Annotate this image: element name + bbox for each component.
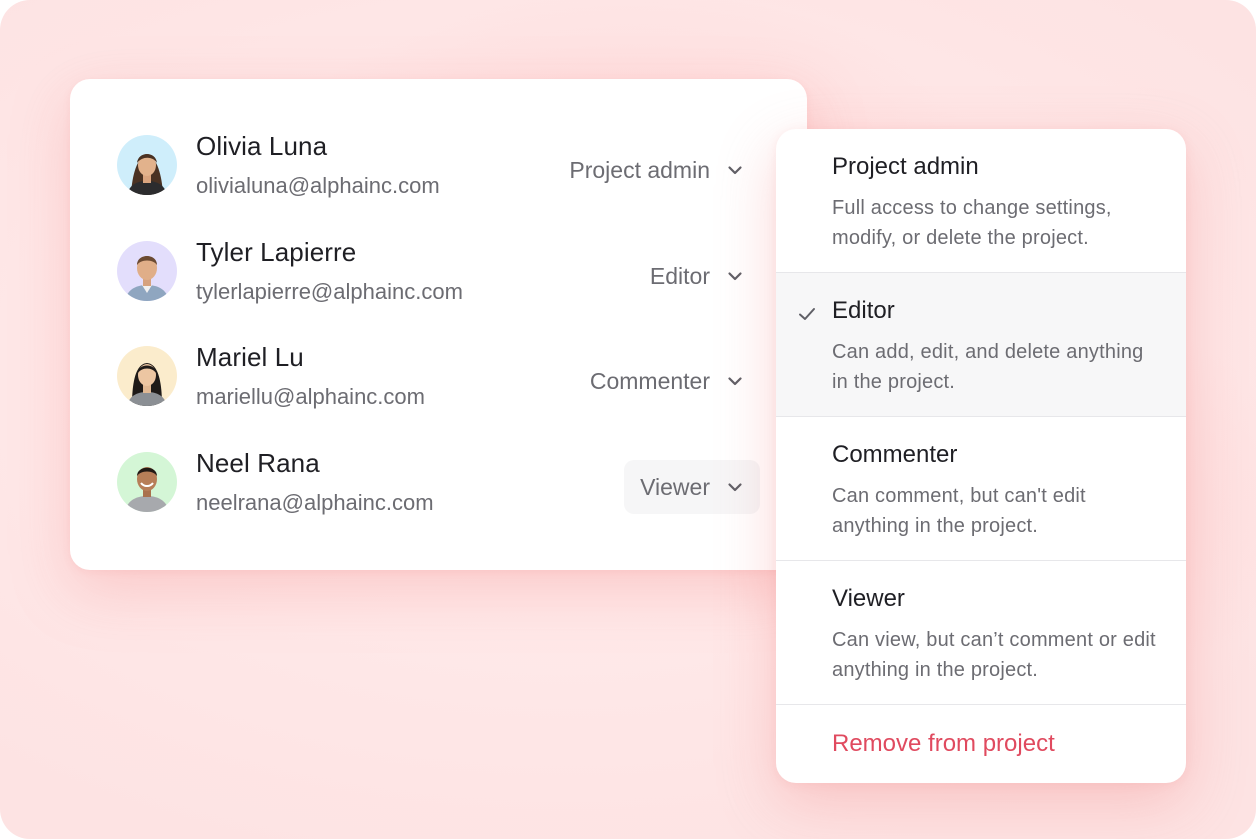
option-title: Commenter bbox=[832, 441, 958, 468]
members-card: Olivia Luna olivialuna@alphainc.com Proj… bbox=[70, 79, 807, 570]
member-email: mariellu@alphainc.com bbox=[196, 384, 425, 409]
background-stage: Olivia Luna olivialuna@alphainc.com Proj… bbox=[0, 0, 1256, 839]
option-title: Viewer bbox=[832, 585, 905, 612]
chevron-down-icon bbox=[728, 377, 742, 386]
role-label: Viewer bbox=[640, 473, 710, 500]
menu-divider bbox=[776, 704, 1186, 705]
remove-from-project-button[interactable]: Remove from project bbox=[776, 706, 1186, 783]
member-row: Tyler Lapierre tylerlapierre@alphainc.co… bbox=[70, 231, 807, 311]
role-label: Project admin bbox=[569, 156, 710, 183]
member-email: olivialuna@alphainc.com bbox=[196, 173, 440, 198]
member-name: Neel Rana bbox=[196, 448, 320, 478]
avatar bbox=[117, 346, 177, 406]
member-email: tylerlapierre@alphainc.com bbox=[196, 279, 463, 304]
menu-divider bbox=[776, 416, 1186, 417]
role-select-active[interactable]: Viewer bbox=[624, 460, 760, 514]
option-description: Can add, edit, and delete anything in th… bbox=[832, 341, 1144, 393]
member-name: Mariel Lu bbox=[196, 342, 304, 372]
option-description: Can comment, but can't edit anything in … bbox=[832, 485, 1086, 537]
role-select[interactable]: Commenter bbox=[574, 354, 760, 408]
avatar bbox=[117, 452, 177, 512]
option-description: Can view, but can’t comment or edit anyt… bbox=[832, 629, 1156, 681]
chevron-down-icon bbox=[728, 272, 742, 281]
member-row: Olivia Luna olivialuna@alphainc.com Proj… bbox=[70, 125, 807, 205]
member-name: Olivia Luna bbox=[196, 131, 328, 161]
menu-option-editor[interactable]: Editor Can add, edit, and delete anythin… bbox=[776, 273, 1186, 417]
remove-label: Remove from project bbox=[832, 730, 1055, 757]
menu-option-project-admin[interactable]: Project admin Full access to change sett… bbox=[776, 129, 1186, 273]
role-label: Commenter bbox=[589, 367, 710, 394]
menu-option-viewer[interactable]: Viewer Can view, but can’t comment or ed… bbox=[776, 561, 1186, 705]
option-title: Editor bbox=[832, 297, 895, 324]
role-dropdown-menu: Project admin Full access to change sett… bbox=[776, 129, 1186, 783]
check-icon bbox=[799, 308, 815, 320]
avatar bbox=[117, 241, 177, 301]
member-name: Tyler Lapierre bbox=[196, 237, 357, 267]
option-description: Full access to change settings, modify, … bbox=[832, 197, 1112, 249]
member-email: neelrana@alphainc.com bbox=[196, 490, 434, 515]
menu-option-commenter[interactable]: Commenter Can comment, but can't edit an… bbox=[776, 417, 1186, 561]
menu-divider bbox=[776, 272, 1186, 273]
member-row: Mariel Lu mariellu@alphainc.com Commente… bbox=[70, 336, 807, 416]
role-select[interactable]: Project admin bbox=[553, 143, 760, 197]
chevron-down-icon bbox=[728, 483, 742, 492]
menu-divider bbox=[776, 560, 1186, 561]
role-label: Editor bbox=[649, 262, 710, 289]
role-select[interactable]: Editor bbox=[634, 249, 760, 303]
member-row: Neel Rana neelrana@alphainc.com Viewer bbox=[70, 442, 807, 522]
chevron-down-icon bbox=[728, 166, 742, 175]
avatar bbox=[117, 135, 177, 195]
option-title: Project admin bbox=[832, 153, 979, 180]
